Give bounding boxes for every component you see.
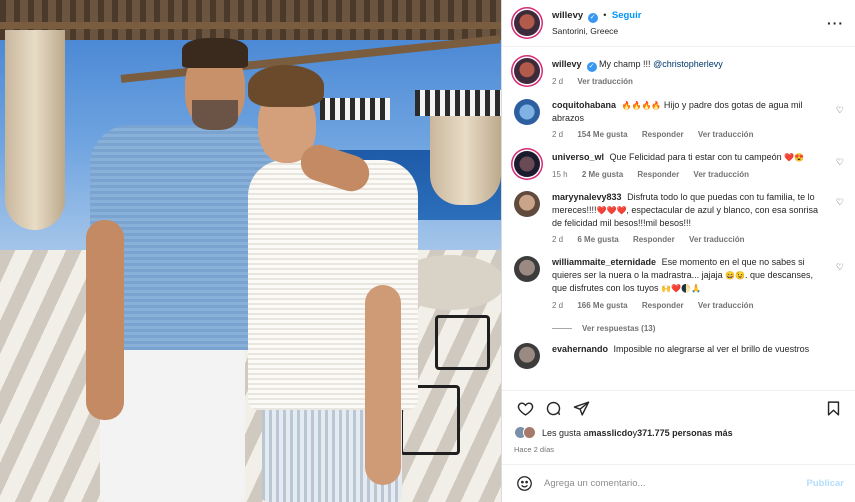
verified-badge-icon: ✓ <box>587 13 598 23</box>
paper-plane-icon[interactable] <box>570 398 592 420</box>
comment-composer: Publicar <box>502 464 855 502</box>
likes-prefix: Les gusta a <box>542 427 589 438</box>
commenter-avatar[interactable] <box>514 98 540 125</box>
comment-age: 2 d <box>552 300 564 310</box>
translate-link[interactable]: Ver traducción <box>693 170 749 179</box>
separator-dot: • <box>603 10 607 20</box>
translate-link[interactable]: Ver traducción <box>698 301 754 310</box>
heart-outline-icon[interactable] <box>514 398 536 420</box>
comment-likes-count[interactable]: 154 Me gusta <box>577 130 627 139</box>
reply-button[interactable]: Responder <box>637 170 679 179</box>
comment-item: universo_wl Que Felicidad para ti estar … <box>514 151 844 181</box>
post-photo[interactable] <box>0 0 501 502</box>
curtain-drape <box>5 30 65 230</box>
comment-emoji: 🔥🔥🔥🔥 <box>621 100 662 110</box>
commenter-username[interactable]: williammaite_eternidade <box>552 257 656 267</box>
comments-list[interactable]: willevy ✓ My champ !!! @christopherlevy 2… <box>502 48 855 390</box>
person-right-hair <box>248 65 324 107</box>
post-actions-bar <box>502 390 855 426</box>
commenter-username[interactable]: coquitohabana <box>552 100 616 110</box>
terrace-chair <box>435 315 490 370</box>
comment-emoji: ❤️❤️❤️ <box>596 205 627 215</box>
comment-item: maryynalevy833 Disfruta todo lo que pued… <box>514 191 844 246</box>
bookmark-icon[interactable] <box>822 398 844 420</box>
follow-button[interactable]: Seguir <box>612 10 642 21</box>
commenter-avatar[interactable] <box>514 343 540 369</box>
person-right-arm <box>365 285 401 485</box>
liker-avatars[interactable] <box>514 426 536 439</box>
ellipsis-icon[interactable]: ··· <box>827 15 844 31</box>
translate-link[interactable]: Ver traducción <box>689 235 745 244</box>
comment-item: williammaite_eternidade Ese momento en e… <box>514 256 844 312</box>
caption-text: My champ !!! <box>599 59 654 69</box>
commenter-avatar[interactable] <box>514 191 540 217</box>
liker-username[interactable]: masslicdo <box>589 428 633 438</box>
comment-emoji: 😄😉 <box>725 270 746 280</box>
comment-emoji: ❤️😍 <box>784 153 805 162</box>
comment-age: 2 d <box>552 129 564 139</box>
translate-link[interactable]: Ver traducción <box>577 77 633 86</box>
translate-link[interactable]: Ver traducción <box>698 130 754 139</box>
replies-divider <box>552 328 572 329</box>
view-replies-button[interactable]: Ver respuestas (13) <box>552 324 844 333</box>
caption-mention-link[interactable]: @christopherlevy <box>653 59 723 69</box>
comment-likes-count[interactable]: 166 Me gusta <box>577 301 627 310</box>
comment-likes-count[interactable]: 6 Me gusta <box>577 235 618 244</box>
person-left-hair <box>182 38 248 68</box>
post-side-panel: willevy ✓ • Seguir Santorini, Greece ···… <box>501 0 855 502</box>
author-username[interactable]: willevy <box>552 10 583 21</box>
post-header: willevy ✓ • Seguir Santorini, Greece ··· <box>502 0 855 47</box>
person-left-arm <box>86 220 124 420</box>
post-timestamp[interactable]: Hace 2 días <box>514 445 554 454</box>
author-avatar[interactable] <box>514 10 540 36</box>
comment-text: Imposible no alegrarse al ver el brillo … <box>613 344 810 354</box>
comment-item: coquitohabana 🔥🔥🔥🔥 Hijo y padre dos gota… <box>514 98 844 142</box>
caption-username[interactable]: willevy <box>552 59 582 69</box>
wooden-beam <box>0 22 501 29</box>
comment-input[interactable] <box>544 478 807 489</box>
comment-text: Que Felicidad para ti estar con tu campe… <box>609 152 785 162</box>
commenter-avatar[interactable] <box>514 151 540 177</box>
comment-like-heart-icon[interactable]: ♡ <box>836 157 844 168</box>
commenter-avatar[interactable] <box>514 256 540 282</box>
instagram-post-view: willevy ✓ • Seguir Santorini, Greece ···… <box>0 0 855 502</box>
post-location[interactable]: Santorini, Greece <box>552 26 827 36</box>
caption-row: willevy ✓ My champ !!! @christopherlevy 2… <box>514 58 844 89</box>
reply-button[interactable]: Responder <box>633 235 675 244</box>
reply-button[interactable]: Responder <box>642 130 684 139</box>
likes-summary: Les gusta a masslicdo y 371.775 personas… <box>514 426 844 439</box>
comment-emoji: 🙌❤️🌓🙏 <box>661 284 701 293</box>
comment-item: evahernando Imposible no alegrarse al ve… <box>514 343 844 369</box>
caption-avatar[interactable] <box>514 58 540 84</box>
comment-likes-count[interactable]: 2 Me gusta <box>582 170 623 179</box>
commenter-username[interactable]: maryynalevy833 <box>552 192 622 202</box>
caption-age: 2 d <box>552 77 564 86</box>
comment-age: 15 h <box>552 169 568 179</box>
author-meta: willevy ✓ • Seguir Santorini, Greece <box>552 10 827 36</box>
likes-count-link[interactable]: 371.775 personas más <box>637 428 733 438</box>
commenter-username[interactable]: universo_wl <box>552 152 604 162</box>
publish-button[interactable]: Publicar <box>807 478 845 489</box>
pergola-roof <box>0 0 501 40</box>
commenter-username[interactable]: evahernando <box>552 344 608 354</box>
reply-button[interactable]: Responder <box>642 301 684 310</box>
striped-awning <box>320 98 390 120</box>
view-replies-label: Ver respuestas (13) <box>582 324 656 333</box>
person-left-beard <box>192 100 238 130</box>
comment-like-heart-icon[interactable]: ♡ <box>836 105 844 116</box>
striped-awning <box>415 90 501 116</box>
comment-bubble-icon[interactable] <box>542 398 564 420</box>
liker-avatar <box>523 426 536 439</box>
comment-like-heart-icon[interactable]: ♡ <box>836 262 844 273</box>
comment-age: 2 d <box>552 234 564 244</box>
comment-like-heart-icon[interactable]: ♡ <box>836 197 844 208</box>
verified-badge-icon: ✓ <box>586 62 597 72</box>
smiley-icon[interactable] <box>514 474 534 494</box>
